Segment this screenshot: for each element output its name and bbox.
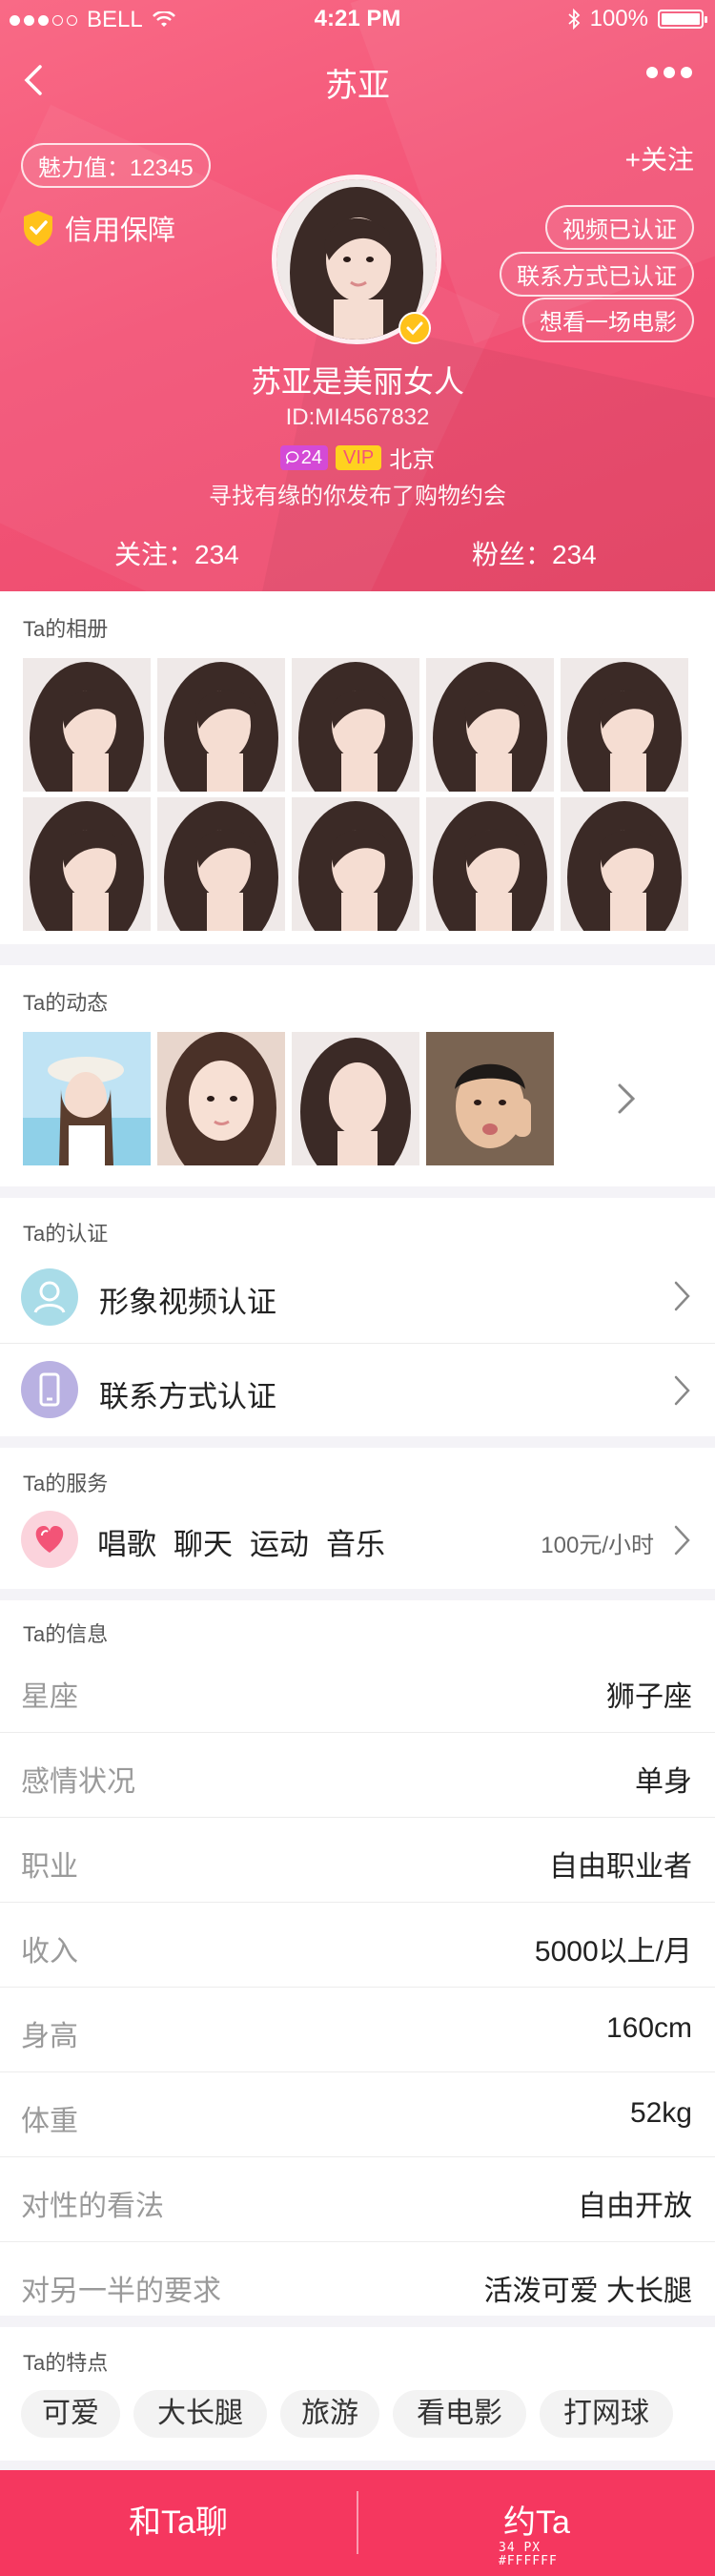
service-tag: 唱歌	[97, 1528, 156, 1561]
album-photo[interactable]	[157, 797, 285, 931]
phone-icon	[21, 1361, 78, 1418]
info-row: 体重 52kg	[0, 2072, 715, 2157]
charm-badge: 魅力值：12345	[21, 143, 211, 188]
info-key: 收入	[21, 1936, 78, 1968]
profile-tags: 24 VIP 北京	[0, 441, 715, 474]
service-tag: 音乐	[326, 1528, 385, 1561]
moment-photo[interactable]	[426, 1032, 554, 1165]
album-photo[interactable]	[23, 658, 151, 792]
design-annotation: 34 PX #FFFFFF	[499, 2541, 558, 2568]
contact-verified-badge: 联系方式已认证	[500, 252, 694, 297]
more-icon[interactable]	[646, 67, 692, 78]
chevron-right-icon	[674, 1281, 690, 1311]
service-title: Ta的服务	[23, 1472, 109, 1495]
credit-guarantee: 信用保障	[21, 208, 175, 248]
following-count[interactable]: 关注：234	[114, 534, 239, 572]
auth-title: Ta的认证	[23, 1222, 109, 1246]
status-bar: BELL 4:21 PM 100%	[0, 0, 715, 38]
service-tags: 唱歌 聊天 运动 音乐	[97, 1520, 385, 1563]
video-auth-row[interactable]: 形象视频认证	[0, 1247, 715, 1343]
service-tag: 聊天	[174, 1528, 233, 1561]
moment-photo[interactable]	[157, 1032, 285, 1165]
traits-title: Ta的特点	[23, 2351, 109, 2375]
moments-section: Ta的动态	[0, 965, 715, 1186]
service-tag: 运动	[250, 1528, 309, 1561]
wish-badge: 想看一场电影	[522, 298, 694, 342]
video-verified-badge: 视频已认证	[545, 205, 694, 250]
album-photo[interactable]	[426, 797, 554, 931]
album-photo[interactable]	[426, 658, 554, 792]
info-value: 活泼可爱 大长腿	[483, 2276, 692, 2307]
chat-count-badge: 24	[279, 444, 328, 470]
trait-tag: 大长腿	[133, 2390, 267, 2438]
info-value: 自由职业者	[549, 1851, 692, 1883]
moment-photo[interactable]	[23, 1032, 151, 1165]
moments-title: Ta的动态	[23, 991, 109, 1015]
action-bar: 和Ta聊 约Ta 34 PX #FFFFFF	[0, 2470, 715, 2576]
album-photo[interactable]	[23, 797, 151, 931]
shield-check-icon	[24, 211, 52, 246]
verified-crown-icon	[398, 312, 431, 344]
info-row: 感情状况 单身	[0, 1733, 715, 1818]
trait-tag: 可爱	[21, 2390, 120, 2438]
city: 北京	[389, 447, 436, 473]
contact-auth-row[interactable]: 联系方式认证	[0, 1343, 715, 1436]
chevron-right-icon	[674, 1375, 690, 1406]
info-row: 收入 5000以上/月	[0, 1903, 715, 1988]
info-row: 职业 自由职业者	[0, 1818, 715, 1903]
heart-icon	[21, 1511, 78, 1568]
service-row[interactable]: 唱歌 聊天 运动 音乐 100元/小时	[0, 1497, 715, 1589]
user-icon	[21, 1268, 78, 1326]
info-value: 52kg	[629, 2097, 692, 2129]
service-section: Ta的服务 唱歌 聊天 运动 音乐 100元/小时	[0, 1448, 715, 1589]
info-value: 160cm	[605, 2012, 692, 2044]
info-key: 身高	[21, 2021, 78, 2052]
info-row: 对性的看法 自由开放	[0, 2157, 715, 2242]
trait-tag: 打网球	[540, 2390, 673, 2438]
bluetooth-icon	[568, 9, 580, 30]
info-key: 星座	[21, 1681, 78, 1713]
album-photo[interactable]	[292, 797, 419, 931]
album-title: Ta的相册	[23, 617, 109, 641]
chevron-right-icon[interactable]	[616, 1082, 637, 1116]
album-section: Ta的相册	[0, 591, 715, 944]
info-row: 身高 160cm	[0, 1988, 715, 2072]
fans-count[interactable]: 粉丝：234	[472, 534, 597, 572]
album-photo[interactable]	[561, 658, 688, 792]
trait-tag: 旅游	[280, 2390, 379, 2438]
display-name: 苏亚是美丽女人	[250, 364, 464, 399]
info-value: 狮子座	[606, 1681, 692, 1713]
info-key: 对另一半的要求	[21, 2276, 221, 2307]
info-key: 体重	[21, 2106, 78, 2137]
bio: 寻找有缘的你发布了购物约会	[209, 484, 506, 509]
battery-icon	[658, 10, 707, 29]
follow-button[interactable]: +关注	[625, 139, 694, 177]
auth-section: Ta的认证 形象视频认证 联系方式认证	[0, 1198, 715, 1436]
chevron-right-icon	[674, 1525, 690, 1556]
info-key: 对性的看法	[21, 2191, 164, 2222]
album-photo[interactable]	[561, 797, 688, 931]
album-photo[interactable]	[157, 658, 285, 792]
info-row: 对另一半的要求 活泼可爱 大长腿	[0, 2242, 715, 2327]
album-photo[interactable]	[292, 658, 419, 792]
service-price: 100元/小时	[541, 1533, 654, 1558]
info-key: 职业	[21, 1851, 78, 1883]
vip-badge: VIP	[336, 444, 382, 470]
info-value: 自由开放	[578, 2191, 692, 2222]
info-value: 5000以上/月	[534, 1936, 692, 1968]
moment-photo[interactable]	[292, 1032, 419, 1165]
chat-button[interactable]: 和Ta聊	[0, 2470, 357, 2576]
info-value: 单身	[635, 1766, 692, 1798]
battery-percent: 100%	[589, 6, 648, 31]
trait-tag: 看电影	[393, 2390, 526, 2438]
info-section: Ta的信息 星座 狮子座感情状况 单身职业 自由职业者收入 5000以上/月身高 160c…	[0, 1600, 715, 2316]
profile-header: BELL 4:21 PM 100% 苏亚 魅力值：12345 +关注 信用保障 …	[0, 0, 715, 591]
page-title: 苏亚	[325, 68, 390, 104]
info-row: 星座 狮子座	[0, 1648, 715, 1733]
info-title: Ta的信息	[23, 1622, 109, 1646]
info-key: 感情状况	[21, 1766, 135, 1798]
chat-bubble-icon	[285, 450, 299, 464]
user-id: ID:MI4567832	[285, 404, 430, 430]
